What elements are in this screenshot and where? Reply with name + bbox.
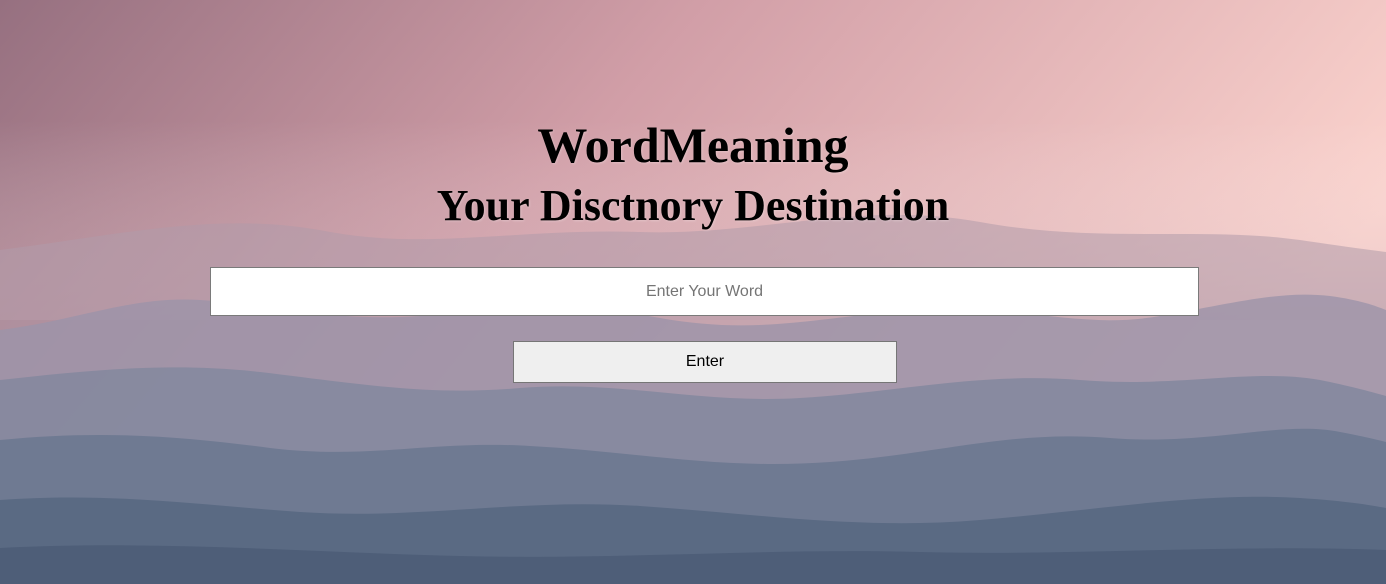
main-content: WordMeaning Your Disctnory Destination E… xyxy=(0,0,1386,584)
page-title: WordMeaning xyxy=(537,117,849,173)
enter-button[interactable]: Enter xyxy=(513,341,897,383)
page-subtitle: Your Disctnory Destination xyxy=(436,181,950,230)
word-search-input[interactable] xyxy=(210,267,1199,316)
